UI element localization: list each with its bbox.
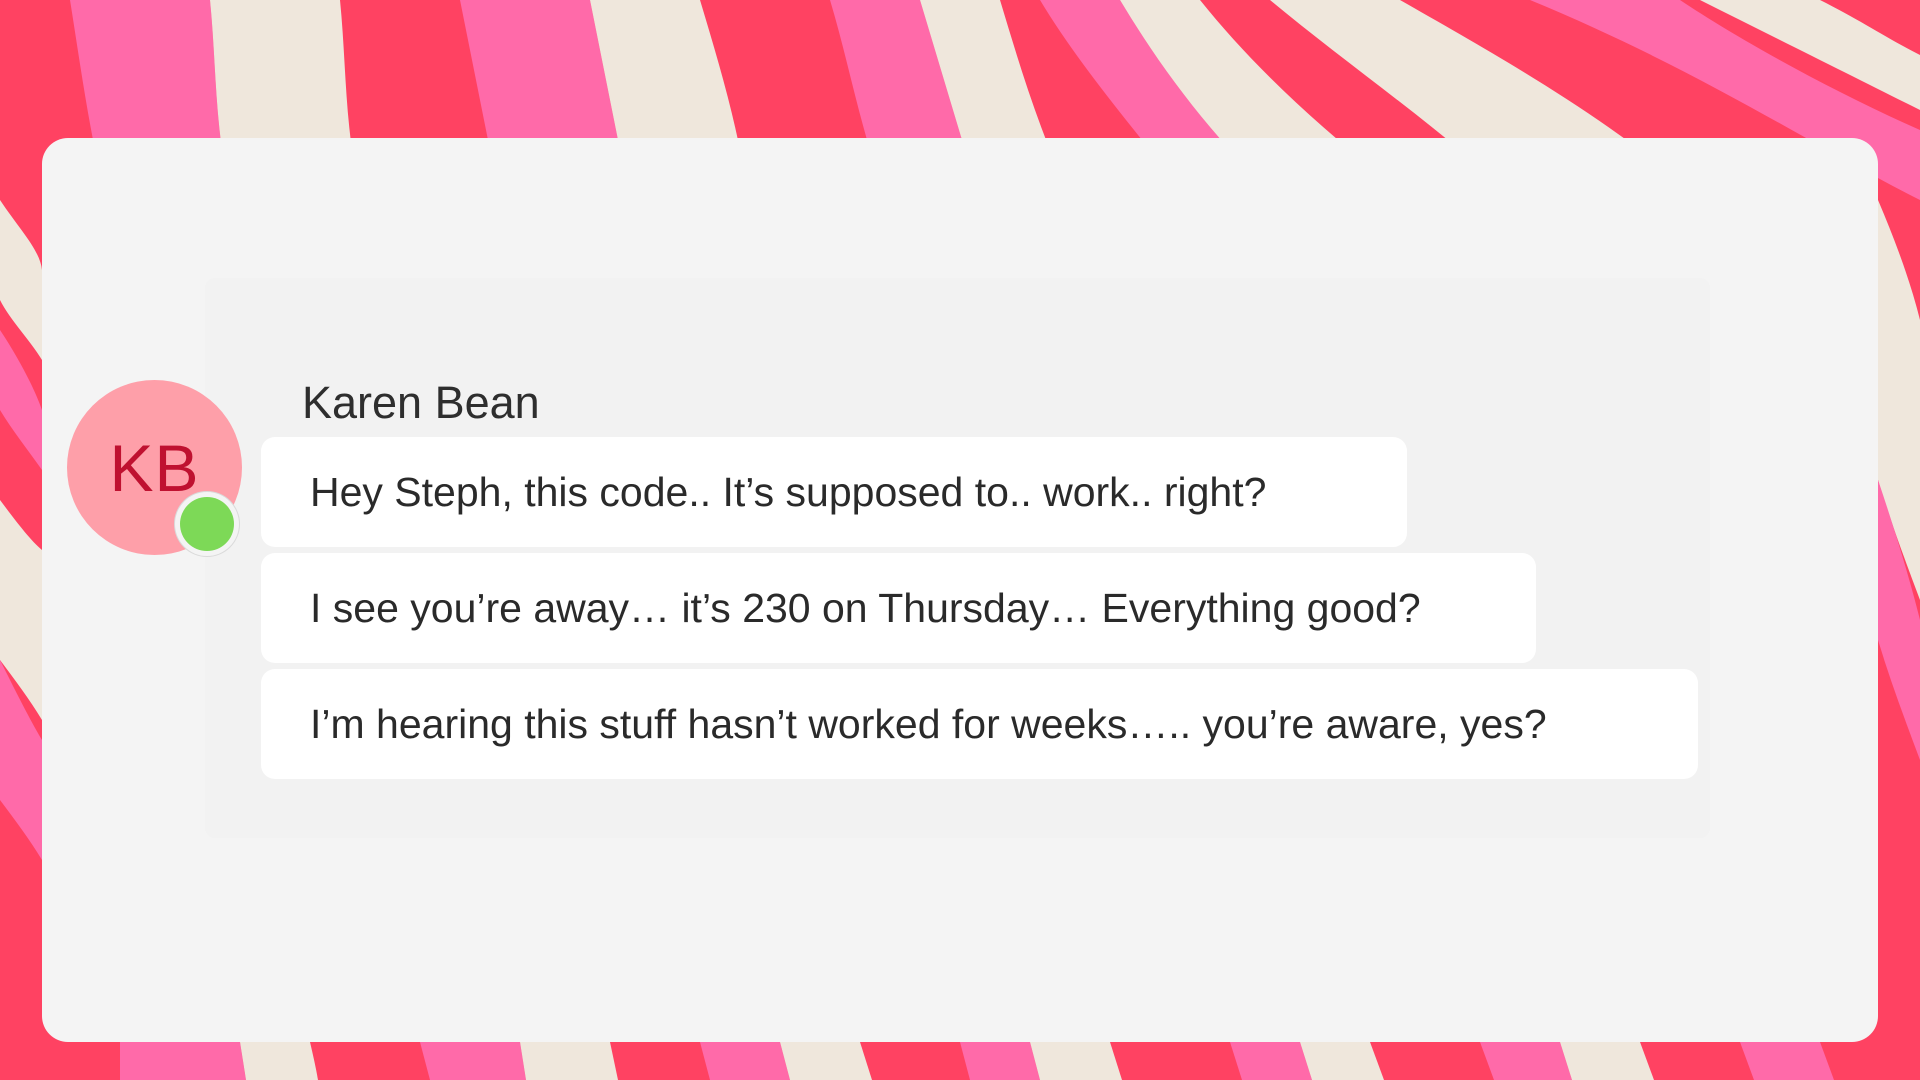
message-bubble[interactable]: I’m hearing this stuff hasn’t worked for… [261,669,1698,779]
message-bubble[interactable]: I see you’re away… it’s 230 on Thursday…… [261,553,1536,663]
online-status-dot [180,497,234,551]
avatar-initials: KB [109,430,200,505]
message-text: I’m hearing this stuff hasn’t worked for… [310,700,1547,747]
message-bubble[interactable]: Hey Steph, this code.. It’s supposed to.… [261,437,1407,547]
sender-name: Karen Bean [302,377,540,428]
online-status-icon [175,492,239,556]
message-text: I see you’re away… it’s 230 on Thursday…… [310,584,1421,631]
message-text: Hey Steph, this code.. It’s supposed to.… [310,468,1267,515]
